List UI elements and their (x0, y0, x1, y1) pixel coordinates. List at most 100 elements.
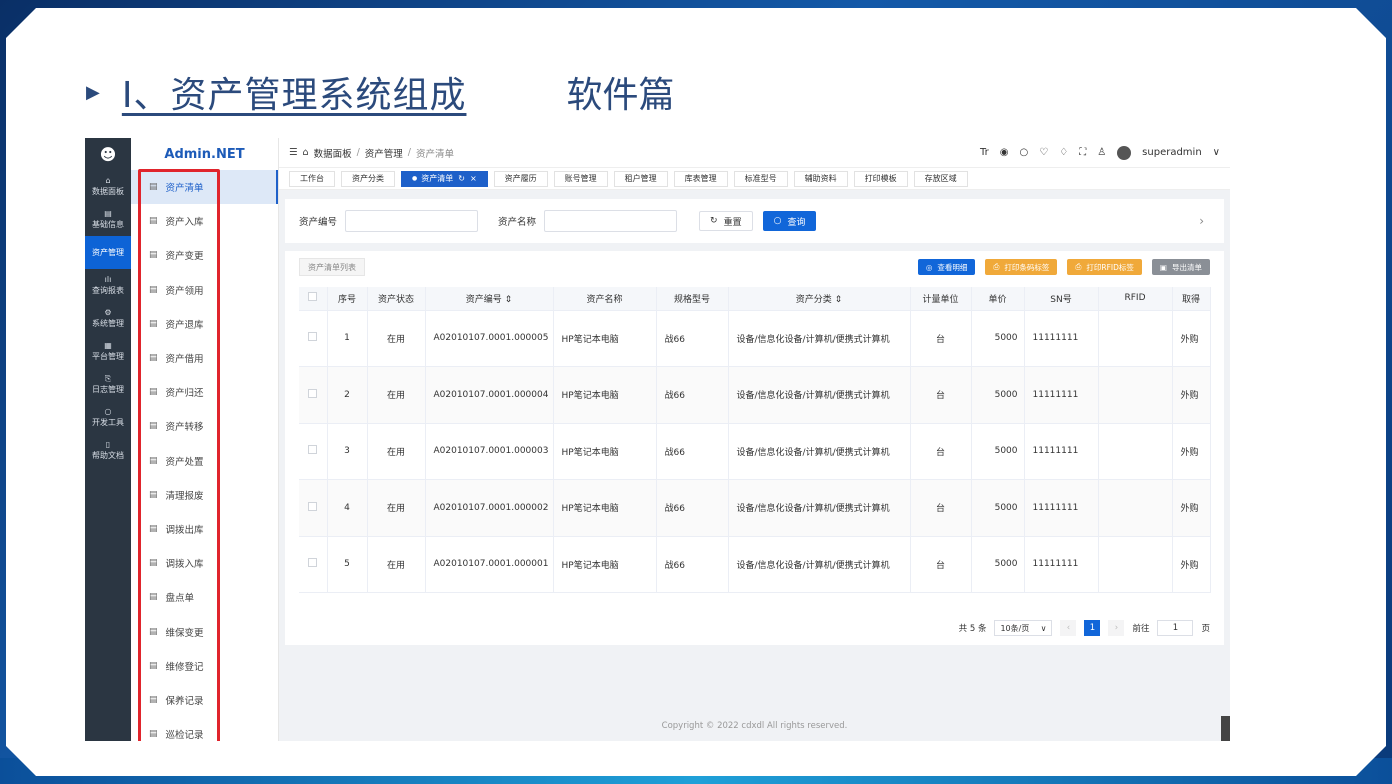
avatar[interactable] (1117, 145, 1132, 160)
tab[interactable]: 账号管理 (553, 170, 608, 187)
column-header: 单价 (971, 287, 1025, 311)
tab[interactable]: 存放区域 (913, 170, 968, 187)
table-cell: 11111111 (1024, 479, 1099, 537)
rail-item[interactable]: ▦ 平台管理 (85, 335, 131, 368)
menu-item-label: 调拨入库 (165, 559, 204, 571)
icon-rail: ☻ ⌂ 数据面板 ▤ 基础信息 资产管理 ılı 查询报表 ⚙ 系统管理 ▦ 平台管理 ⎘ 日志管理 ○ 开… (85, 138, 131, 741)
asset-no-label: 资产编号 (299, 217, 338, 228)
breadcrumb-item[interactable]: 数据面板 (314, 146, 352, 160)
menu-item[interactable]: ▤ 清理报废 (131, 478, 278, 512)
table-cell: 在用 (367, 479, 426, 537)
tab[interactable]: ● 资产清单 ↻ × (401, 170, 488, 187)
query-button[interactable]: ○ 查询 (762, 211, 817, 231)
row-checkbox[interactable] (308, 445, 318, 455)
table-row[interactable]: 2 在用 A02010107.0001.000004 HP笔记本电脑 战66 设备/信息化… (299, 366, 1211, 424)
select-all-checkbox[interactable] (308, 292, 318, 302)
menu-item[interactable]: ▤ 资产领用 (131, 273, 278, 307)
top-toolbar: Tr ◉ ○ ♡ ♢ ⛶ ♙ superadmin ∨ (980, 145, 1220, 160)
column-header[interactable] (299, 287, 328, 311)
search-icon[interactable]: ○ (1020, 147, 1029, 158)
row-checkbox[interactable] (308, 388, 318, 398)
menu-item[interactable]: ▤ 盘点单 (131, 580, 278, 614)
font-size-icon[interactable]: Tr (980, 147, 989, 158)
tab[interactable]: 打印模板 (853, 170, 908, 187)
reset-button[interactable]: ↻ 重置 (699, 211, 753, 231)
prev-page-button[interactable]: ‹ (1060, 620, 1077, 636)
menu-item[interactable]: ▤ 调拨入库 (131, 546, 278, 580)
side-handle[interactable] (1221, 716, 1230, 741)
menu-item[interactable]: ▤ 调拨出库 (131, 512, 278, 546)
chart-icon: ılı (104, 275, 112, 284)
table-cell: 外购 (1172, 536, 1211, 593)
table-cell: 2 (327, 366, 368, 424)
menu-item[interactable]: ▤ 资产退库 (131, 307, 278, 341)
menu-item[interactable]: ▤ 维保变更 (131, 614, 278, 648)
print-barcode-button[interactable]: ⎙ 打印条码标签 (985, 259, 1058, 275)
breadcrumb-item[interactable]: 资产管理 (365, 146, 403, 160)
view-detail-button[interactable]: ◎ 查看明细 (917, 259, 976, 275)
chevron-right-icon[interactable]: › (1199, 214, 1204, 228)
fullscreen-icon[interactable]: ⛶ (1079, 147, 1086, 158)
target-icon[interactable]: ◉ (1000, 147, 1009, 158)
refresh-icon[interactable]: ↻ (458, 174, 465, 183)
close-icon[interactable]: × (470, 174, 477, 183)
rail-item[interactable]: 资产管理 (85, 236, 131, 269)
tab[interactable]: 辅助资料 (793, 170, 848, 187)
skin-icon[interactable]: ♡ (1039, 147, 1048, 158)
page-size-select[interactable]: 10条/页 ∨ (994, 620, 1053, 636)
rail-item-label: 查询报表 (92, 286, 124, 295)
tab[interactable]: 工作台 (289, 170, 335, 187)
next-page-button[interactable]: › (1108, 620, 1125, 636)
row-select-cell (299, 366, 328, 424)
menu-item[interactable]: ▤ 资产借用 (131, 341, 278, 375)
tab[interactable]: 标准型号 (733, 170, 788, 187)
goto-input[interactable]: 1 (1157, 620, 1194, 636)
menu-item[interactable]: ▤ 巡检记录 (131, 717, 278, 741)
table-row[interactable]: 3 在用 A02010107.0001.000003 HP笔记本电脑 战66 设备/信息化… (299, 423, 1211, 480)
rail-item[interactable]: ⎘ 日志管理 (85, 368, 131, 401)
user-icon[interactable]: ♙ (1097, 147, 1106, 158)
rail-item[interactable]: ○ 开发工具 (85, 401, 131, 434)
table-cell: 外购 (1172, 423, 1211, 480)
list-tab[interactable]: 资产清单列表 (299, 258, 365, 276)
print-rfid-button[interactable]: ⎙ 打印RFID标签 (1067, 259, 1142, 275)
menu-item[interactable]: ▤ 资产变更 (131, 238, 278, 272)
rail-item[interactable]: ⚙ 系统管理 (85, 302, 131, 335)
menu-item[interactable]: ▤ 保养记录 (131, 683, 278, 717)
table-cell: A02010107.0001.000004 (425, 366, 554, 424)
tab[interactable]: 租户管理 (613, 170, 668, 187)
table-row[interactable]: 4 在用 A02010107.0001.000002 HP笔记本电脑 战66 设备/信息化… (299, 479, 1211, 537)
rail-item[interactable]: ▯ 帮助文档 (85, 434, 131, 467)
bell-icon[interactable]: ♢ (1059, 147, 1068, 158)
menu-item[interactable]: ▤ 资产处置 (131, 444, 278, 478)
rail-item[interactable]: ⌂ 数据面板 (85, 170, 131, 203)
breadcrumb-separator: / (356, 147, 360, 158)
tab[interactable]: 资产履历 (493, 170, 548, 187)
chevron-down-icon[interactable]: ∨ (1213, 147, 1220, 158)
username[interactable]: superadmin (1142, 147, 1202, 158)
table-row[interactable]: 1 在用 A02010107.0001.000005 HP笔记本电脑 战66 设备/信息化… (299, 310, 1211, 367)
menu-item[interactable]: ▤ 维修登记 (131, 649, 278, 683)
menu-item[interactable]: ▤ 资产转移 (131, 409, 278, 443)
menu-item[interactable]: ▤ 资产入库 (131, 204, 278, 238)
rail-item[interactable]: ılı 查询报表 (85, 269, 131, 302)
table-cell: 5 (327, 536, 368, 593)
current-page[interactable]: 1 (1084, 620, 1101, 636)
rail-item-label: 帮助文档 (92, 451, 124, 460)
tab[interactable]: 库表管理 (673, 170, 728, 187)
table-row[interactable]: 5 在用 A02010107.0001.000001 HP笔记本电脑 战66 设备/信息化… (299, 536, 1211, 593)
rail-item[interactable]: ▤ 基础信息 (85, 203, 131, 236)
table-cell: 5000 (971, 536, 1025, 593)
breadcrumb-current: 资产清单 (416, 148, 455, 160)
asset-no-input[interactable] (345, 210, 479, 232)
asset-name-input[interactable] (544, 210, 678, 232)
menu-toggle-icon[interactable]: ☰ (289, 147, 298, 158)
row-checkbox[interactable] (308, 558, 318, 568)
menu-item[interactable]: ▤ 资产归还 (131, 375, 278, 409)
column-header: 资产名称 (553, 287, 657, 311)
row-checkbox[interactable] (308, 332, 318, 342)
export-button[interactable]: ▣ 导出清单 (1151, 259, 1210, 275)
tab[interactable]: 资产分类 (341, 170, 395, 187)
row-checkbox[interactable] (308, 501, 318, 511)
menu-item[interactable]: ▤ 资产清单 (131, 170, 278, 205)
